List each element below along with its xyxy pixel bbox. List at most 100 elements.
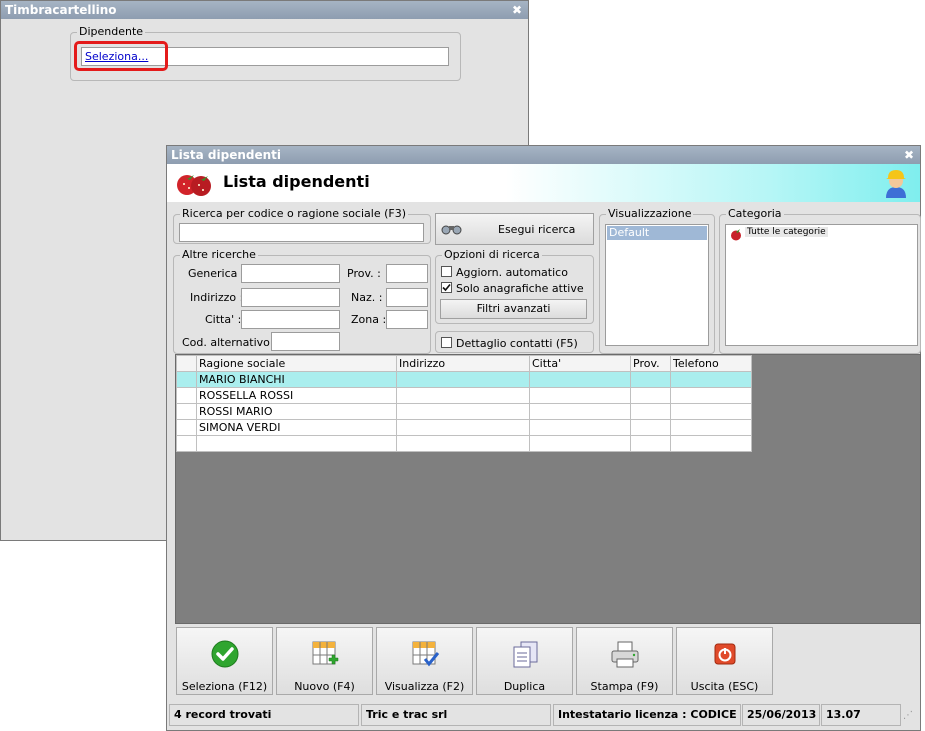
status-license: Intestatario licenza : CODICE SRL xyxy=(553,704,741,726)
auto-update-checkbox[interactable] xyxy=(441,266,452,277)
status-records: 4 record trovati xyxy=(169,704,359,726)
search-input[interactable] xyxy=(179,223,424,242)
advanced-filters-label: Filtri avanzati xyxy=(476,302,551,315)
categoria-list[interactable]: Tutte le categorie xyxy=(725,224,918,346)
binoculars-icon xyxy=(441,225,462,235)
duplica-button[interactable]: Duplica xyxy=(476,627,573,695)
dipendente-label: Dipendente xyxy=(77,25,146,38)
cell-telefono[interactable] xyxy=(670,403,752,420)
close-icon[interactable]: ✖ xyxy=(904,146,914,164)
cell-citta[interactable] xyxy=(529,371,631,388)
visualizza-label: Visualizza (F2) xyxy=(384,680,465,693)
indirizzo-input[interactable] xyxy=(241,288,340,307)
header-title: Lista dipendenti xyxy=(223,172,370,191)
col-prov[interactable]: Prov. xyxy=(630,355,671,372)
cell-telefono[interactable] xyxy=(670,419,752,436)
execute-search-button[interactable]: Esegui ricerca xyxy=(435,213,594,245)
visualizza-button[interactable]: Visualizza (F2) xyxy=(376,627,473,695)
cell-indirizzo[interactable] xyxy=(396,371,530,388)
uscita-button[interactable]: Uscita (ESC) xyxy=(676,627,773,695)
naz-label: Naz. : xyxy=(351,291,383,304)
row-indicator xyxy=(176,387,197,404)
window-title: Lista dipendenti xyxy=(171,148,282,162)
generica-label: Generica : xyxy=(188,267,245,280)
strawberry-logo-icon xyxy=(177,175,211,196)
cell-ragione-sociale[interactable]: MARIO BIANCHI xyxy=(196,371,397,388)
cell-prov[interactable] xyxy=(630,419,671,436)
indirizzo-label: Indirizzo : xyxy=(190,291,244,304)
row-indicator xyxy=(176,403,197,420)
status-company: Tric e trac srl xyxy=(361,704,551,726)
cell-prov[interactable] xyxy=(630,371,671,388)
naz-input[interactable] xyxy=(386,288,428,307)
cell-empty[interactable] xyxy=(196,435,397,452)
status-time: 13.07 xyxy=(821,704,901,726)
categoria-group: Categoria Tutte le categorie xyxy=(719,207,921,354)
cell-ragione-sociale[interactable]: SIMONA VERDI xyxy=(196,419,397,436)
stampa-button[interactable]: Stampa (F9) xyxy=(576,627,673,695)
user-helmet-icon xyxy=(886,170,906,198)
col-telefono[interactable]: Telefono xyxy=(670,355,752,372)
table-row-empty[interactable] xyxy=(176,435,752,452)
duplica-label: Duplica xyxy=(503,680,546,693)
other-searches-group: Altre ricerche Generica : Indirizzo : Ci… xyxy=(173,248,431,354)
zona-label: Zona : xyxy=(351,313,387,326)
cell-empty[interactable] xyxy=(396,435,530,452)
generica-input[interactable] xyxy=(241,264,340,283)
employee-table: Ragione sociale Indirizzo Citta' Prov. T… xyxy=(176,355,752,452)
seleziona-button[interactable]: Seleziona (F12) xyxy=(176,627,273,695)
cell-empty[interactable] xyxy=(630,435,671,452)
cell-ragione-sociale[interactable]: ROSSELLA ROSSI xyxy=(196,387,397,404)
nuovo-label: Nuovo (F4) xyxy=(294,680,355,693)
row-indicator xyxy=(176,419,197,436)
close-icon[interactable]: ✖ xyxy=(512,1,522,19)
cell-telefono[interactable] xyxy=(670,371,752,388)
zona-input[interactable] xyxy=(386,310,428,329)
other-searches-label: Altre ricerche xyxy=(180,248,258,261)
cell-prov[interactable] xyxy=(630,387,671,404)
view-grid-icon xyxy=(412,641,440,667)
new-grid-icon xyxy=(312,641,339,665)
table-row[interactable]: MARIO BIANCHI xyxy=(176,371,752,388)
cell-empty[interactable] xyxy=(670,435,752,452)
cell-citta[interactable] xyxy=(529,387,631,404)
prov-input[interactable] xyxy=(386,264,428,283)
cell-empty[interactable] xyxy=(529,435,631,452)
visualizzazione-list[interactable]: Default xyxy=(605,224,709,346)
seleziona-label: Seleziona (F12) xyxy=(181,680,268,693)
cell-prov[interactable] xyxy=(630,403,671,420)
stampa-label: Stampa (F9) xyxy=(590,680,659,693)
green-check-icon xyxy=(211,640,239,668)
search-options-label: Opzioni di ricerca xyxy=(442,248,542,261)
cell-citta[interactable] xyxy=(529,419,631,436)
col-citta[interactable]: Citta' xyxy=(529,355,631,372)
contact-detail-group: Dettaglio contatti (F5) xyxy=(435,331,594,353)
cell-ragione-sociale[interactable]: ROSSI MARIO xyxy=(196,403,397,420)
highlight-box xyxy=(74,41,168,71)
citta-label: Citta' : xyxy=(205,313,242,326)
table-row[interactable]: ROSSELLA ROSSI xyxy=(176,387,752,404)
visualizzazione-group: Visualizzazione Default xyxy=(599,207,715,354)
cell-citta[interactable] xyxy=(529,403,631,420)
categoria-label: Categoria xyxy=(726,207,784,220)
visualizzazione-item-default[interactable]: Default xyxy=(607,226,707,240)
nuovo-button[interactable]: Nuovo (F4) xyxy=(276,627,373,695)
cell-telefono[interactable] xyxy=(670,387,752,404)
table-row[interactable]: ROSSI MARIO xyxy=(176,403,752,420)
auto-update-label: Aggiorn. automatico xyxy=(456,266,568,279)
cell-indirizzo[interactable] xyxy=(396,419,530,436)
contact-detail-checkbox[interactable] xyxy=(441,337,452,348)
cod-alt-input[interactable] xyxy=(271,332,340,351)
categoria-item-all[interactable]: Tutte le categorie xyxy=(745,227,828,237)
citta-input[interactable] xyxy=(241,310,340,329)
cell-indirizzo[interactable] xyxy=(396,387,530,404)
table-row[interactable]: SIMONA VERDI xyxy=(176,419,752,436)
col-indirizzo[interactable]: Indirizzo xyxy=(396,355,530,372)
cell-indirizzo[interactable] xyxy=(396,403,530,420)
row-indicator xyxy=(176,371,197,388)
advanced-filters-button[interactable]: Filtri avanzati xyxy=(440,299,587,319)
col-ragione-sociale[interactable]: Ragione sociale xyxy=(196,355,397,372)
strawberry-icon xyxy=(731,229,741,241)
resize-grip-icon[interactable]: ⋰ xyxy=(903,710,917,724)
only-active-checkbox[interactable] xyxy=(441,282,452,293)
